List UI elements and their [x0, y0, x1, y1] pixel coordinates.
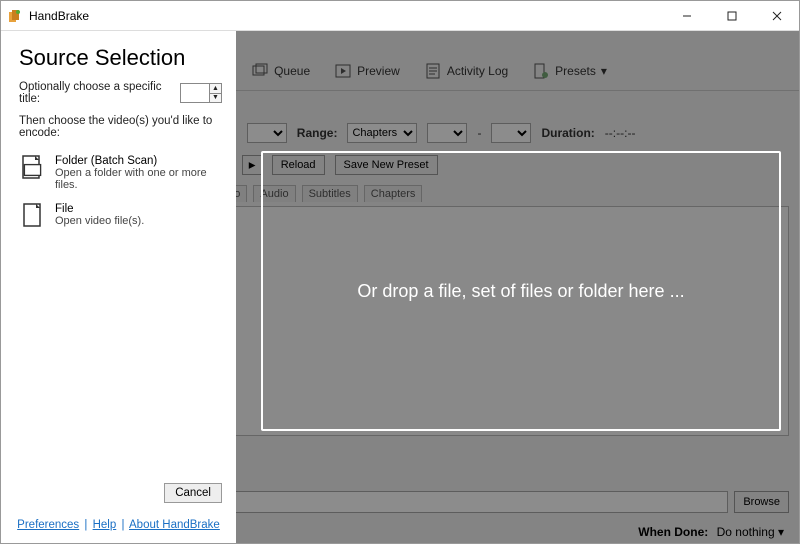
help-link[interactable]: Help — [93, 519, 117, 531]
window-title: HandBrake — [29, 9, 89, 23]
minimize-button[interactable] — [664, 1, 709, 31]
cancel-button[interactable]: Cancel — [164, 483, 222, 503]
drop-zone-text: Or drop a file, set of files or folder h… — [357, 281, 684, 302]
about-link[interactable]: About HandBrake — [129, 519, 220, 531]
source-selection-heading: Source Selection — [19, 45, 222, 71]
source-selection-panel: Source Selection Optionally choose a spe… — [1, 31, 236, 543]
optional-title-label: Optionally choose a specific title: — [19, 81, 174, 105]
title-spinner[interactable]: ▲ ▼ — [180, 83, 222, 103]
folder-option-sub: Open a folder with one or more files. — [55, 167, 220, 191]
spin-up-button[interactable]: ▲ — [210, 84, 221, 94]
file-icon — [21, 203, 45, 231]
file-option-sub: Open video file(s). — [55, 215, 144, 227]
then-choose-label: Then choose the video(s) you'd like to e… — [19, 115, 222, 139]
footer-links: Preferences | Help | About HandBrake — [1, 519, 236, 531]
preferences-link[interactable]: Preferences — [17, 519, 79, 531]
title-spinner-input[interactable] — [181, 84, 209, 102]
source-option-file[interactable]: File Open video file(s). — [19, 197, 222, 237]
folder-option-title: Folder (Batch Scan) — [55, 155, 220, 167]
window-controls — [664, 1, 799, 31]
spin-down-button[interactable]: ▼ — [210, 94, 221, 103]
source-option-folder[interactable]: Folder (Batch Scan) Open a folder with o… — [19, 149, 222, 197]
close-button[interactable] — [754, 1, 799, 31]
maximize-button[interactable] — [709, 1, 754, 31]
file-option-title: File — [55, 203, 144, 215]
drop-zone[interactable]: Or drop a file, set of files or folder h… — [261, 151, 781, 431]
folder-icon — [21, 155, 45, 183]
app-icon — [7, 8, 23, 24]
